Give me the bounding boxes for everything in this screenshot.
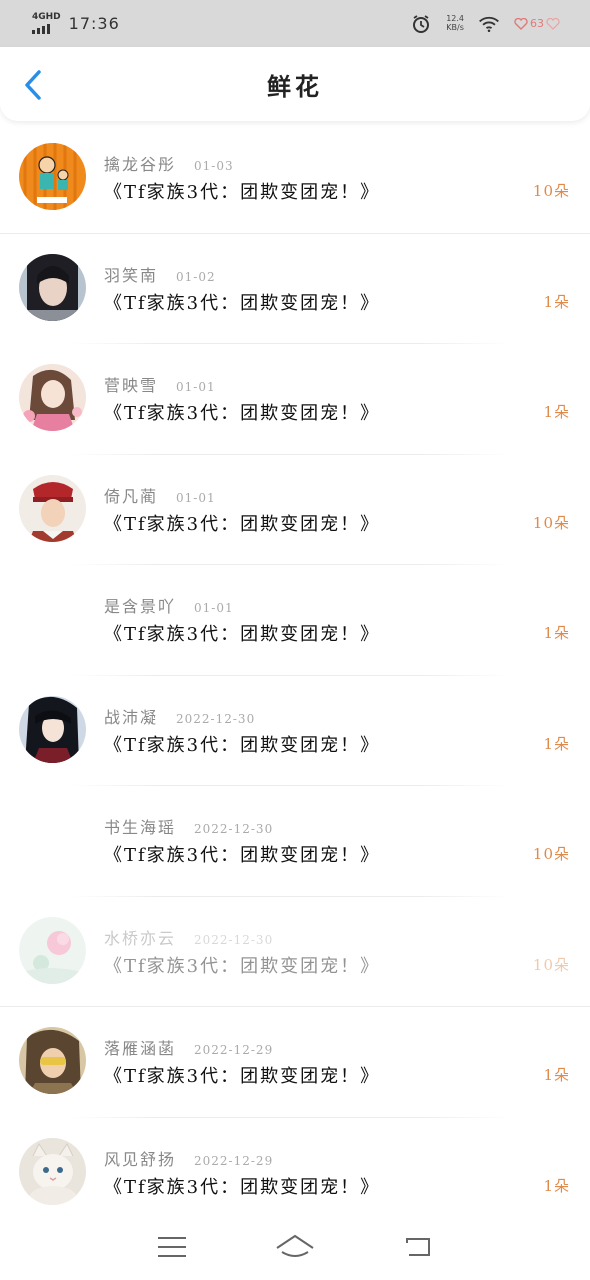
book-title: 《Tf家族3代：团欺变团宠！》 <box>104 1176 381 1198</box>
flower-count: 1朵 <box>543 734 570 753</box>
home-button[interactable] <box>275 1230 315 1264</box>
flower-count: 1朵 <box>543 403 570 421</box>
sender-name: 落雁涵菡 <box>104 1039 177 1058</box>
network-label: 4GHD <box>32 12 61 22</box>
sent-date: 01-02 <box>176 269 216 284</box>
flower-count: 10朵 <box>532 513 570 532</box>
avatar[interactable] <box>19 253 86 321</box>
book-title: 《Tf家族3代：团欺变团宠！》 <box>104 292 381 314</box>
list-item[interactable]: 羽笑南 01-02 《Tf家族3代：团欺变团宠！》 1朵 <box>0 234 590 345</box>
chevron-left-icon <box>25 70 41 100</box>
status-time: 17:36 <box>68 14 120 33</box>
sent-date: 2022-12-29 <box>194 1043 274 1057</box>
home-icon <box>276 1234 314 1257</box>
book-title: 《Tf家族3代：团欺变团宠！》 <box>104 513 381 535</box>
sender-name: 倚凡蔺 <box>104 486 159 506</box>
sent-date: 01-03 <box>194 159 234 173</box>
list-item[interactable]: 风见舒扬 2022-12-29 《Tf家族3代：团欺变团宠！》 1朵 <box>0 1118 590 1229</box>
book-title: 《Tf家族3代：团欺变团宠！》 <box>104 734 381 756</box>
avatar[interactable] <box>19 143 86 210</box>
sent-date: 01-01 <box>194 601 234 615</box>
status-left: 4GHD 17:36 <box>32 13 120 34</box>
list-item[interactable]: 倚凡蔺 01-01 《Tf家族3代：团欺变团宠！》 10朵 <box>0 455 590 566</box>
list-item[interactable]: 是含景吖 01-01 《Tf家族3代：团欺变团宠！》 1朵 <box>0 565 590 676</box>
system-nav-bar <box>0 1214 590 1280</box>
book-title: 《Tf家族3代：团欺变团宠！》 <box>104 845 381 866</box>
network-indicator: 4GHD <box>32 13 61 34</box>
status-right: 12.4 KB/s 63 <box>410 13 560 35</box>
book-title: 《Tf家族3代：团欺变团宠！》 <box>104 624 381 645</box>
heart-icon <box>514 17 528 30</box>
sender-name: 书生海瑶 <box>104 818 177 837</box>
list-item[interactable]: 书生海瑶 2022-12-30 《Tf家族3代：团欺变团宠！》 10朵 <box>0 786 590 897</box>
sender-name: 水桥亦云 <box>104 928 177 948</box>
book-title: 《Tf家族3代：团欺变团宠！》 <box>104 1066 381 1087</box>
menu-icon <box>157 1237 186 1257</box>
sent-date: 01-01 <box>176 490 216 505</box>
back-nav-button[interactable] <box>398 1230 438 1264</box>
sender-name: 战沛凝 <box>104 707 159 727</box>
avatar[interactable] <box>19 806 86 873</box>
sent-date: 2022-12-29 <box>194 1153 274 1168</box>
flower-count: 10朵 <box>532 845 570 863</box>
flower-count: 1朵 <box>543 1066 570 1084</box>
sent-date: 2022-12-30 <box>176 711 256 726</box>
flower-count: 10朵 <box>532 182 570 200</box>
avatar[interactable] <box>19 916 86 984</box>
flower-count: 1朵 <box>543 292 570 311</box>
sender-name: 风见舒扬 <box>104 1149 177 1169</box>
wifi-icon <box>478 13 500 35</box>
flower-count: 1朵 <box>543 624 570 642</box>
heart-outline-icon <box>546 17 560 30</box>
sender-name: 菅映雪 <box>104 376 159 395</box>
battery-level: 63 <box>530 17 544 30</box>
signal-icon <box>32 24 50 34</box>
page-title: 鲜花 <box>267 71 323 101</box>
network-speed: 12.4 KB/s <box>446 14 464 33</box>
list-item[interactable]: 落雁涵菡 2022-12-29 《Tf家族3代：团欺变团宠！》 1朵 <box>0 1007 590 1118</box>
list-item[interactable]: 擒龙谷彤 01-03 《Tf家族3代：团欺变团宠！》 10朵 <box>0 123 590 234</box>
back-icon <box>406 1238 431 1256</box>
book-title: 《Tf家族3代：团欺变团宠！》 <box>104 182 381 203</box>
sender-name: 羽笑南 <box>104 265 159 285</box>
avatar[interactable] <box>19 695 86 763</box>
menu-button[interactable] <box>152 1230 192 1264</box>
avatar[interactable] <box>19 364 86 431</box>
status-bar: 4GHD 17:36 12.4 KB/s 63 <box>0 0 590 47</box>
avatar[interactable] <box>19 1027 86 1094</box>
sender-name: 擒龙谷彤 <box>104 155 177 174</box>
list-item[interactable]: 菅映雪 01-01 《Tf家族3代：团欺变团宠！》 1朵 <box>0 344 590 455</box>
list-item[interactable]: 战沛凝 2022-12-30 《Tf家族3代：团欺变团宠！》 1朵 <box>0 676 590 787</box>
speed-unit: KB/s <box>446 22 464 32</box>
avatar[interactable] <box>19 474 86 542</box>
page-header: 鲜花 <box>0 47 590 121</box>
battery-indicator: 63 <box>514 17 560 30</box>
avatar[interactable] <box>19 585 86 652</box>
back-button[interactable] <box>18 69 48 101</box>
avatar[interactable] <box>19 1137 86 1205</box>
book-title: 《Tf家族3代：团欺变团宠！》 <box>104 403 381 424</box>
sent-date: 01-01 <box>176 380 216 394</box>
flower-list: 擒龙谷彤 01-03 《Tf家族3代：团欺变团宠！》 10朵 羽笑南 01-02… <box>0 123 590 1228</box>
sent-date: 2022-12-30 <box>194 822 274 836</box>
book-title: 《Tf家族3代：团欺变团宠！》 <box>104 955 381 977</box>
list-item[interactable]: 水桥亦云 2022-12-30 《Tf家族3代：团欺变团宠！》 10朵 <box>0 897 590 1008</box>
sent-date: 2022-12-30 <box>194 932 274 947</box>
sender-name: 是含景吖 <box>104 597 177 616</box>
alarm-icon <box>410 13 432 35</box>
flower-count: 1朵 <box>543 1176 570 1195</box>
flower-count: 10朵 <box>532 955 570 974</box>
